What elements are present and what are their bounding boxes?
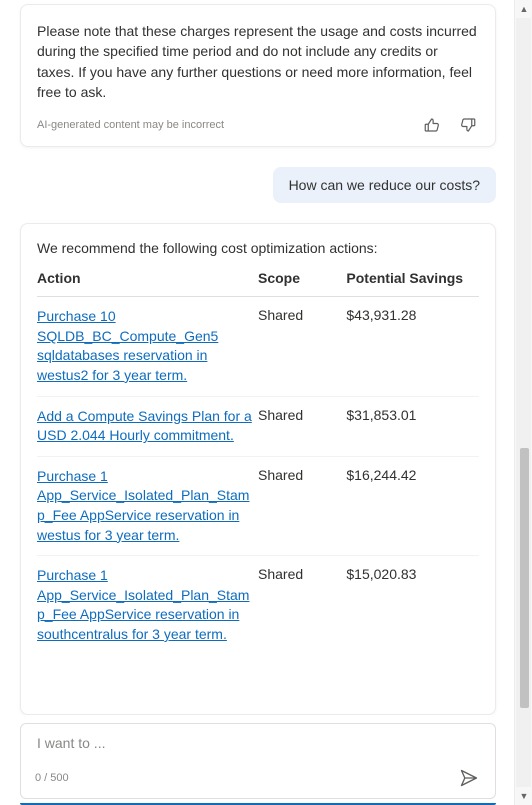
table-row: Add a Compute Savings Plan for a USD 2.0… [37, 396, 479, 456]
assistant-note-text: Please note that these charges represent… [37, 21, 479, 102]
table-row: Purchase 1 App_Service_Isolated_Plan_Sta… [37, 456, 479, 555]
chat-scroll-area[interactable]: Please note that these charges represent… [16, 0, 500, 715]
recommendation-savings: $43,931.28 [346, 297, 479, 396]
thumbs-down-icon [459, 116, 477, 134]
col-header-scope: Scope [258, 270, 346, 297]
col-header-savings: Potential Savings [346, 270, 479, 297]
send-icon [459, 768, 479, 788]
char-count: 0 / 500 [35, 772, 69, 784]
thumbs-up-button[interactable] [421, 114, 443, 136]
table-row: Purchase 1 App_Service_Isolated_Plan_Sta… [37, 556, 479, 655]
recommendation-action-link[interactable]: Add a Compute Savings Plan for a USD 2.0… [37, 408, 252, 444]
scrollbar-track[interactable] [516, 18, 531, 787]
scroll-down-arrow-icon[interactable]: ▼ [515, 787, 532, 805]
recommendation-action-link[interactable]: Purchase 10 SQLDB_BC_Compute_Gen5 sqldat… [37, 308, 218, 383]
recommendation-savings: $15,020.83 [346, 556, 479, 655]
recommendation-action-link[interactable]: Purchase 1 App_Service_Isolated_Plan_Sta… [37, 468, 249, 543]
ai-disclaimer: AI-generated content may be incorrect [37, 119, 224, 131]
scroll-up-arrow-icon[interactable]: ▲ [515, 0, 532, 18]
thumbs-up-icon [423, 116, 441, 134]
recommendations-card: We recommend the following cost optimiza… [20, 223, 496, 715]
scrollbar-thumb[interactable] [520, 448, 529, 708]
assistant-message-card: Please note that these charges represent… [20, 4, 496, 147]
recommendation-scope: Shared [258, 297, 346, 396]
message-input-bar: 0 / 500 [20, 723, 496, 799]
recommendation-scope: Shared [258, 456, 346, 555]
recommendation-savings: $16,244.42 [346, 456, 479, 555]
vertical-scrollbar[interactable]: ▲ ▼ [514, 0, 532, 805]
recommendation-scope: Shared [258, 556, 346, 655]
recommendation-scope: Shared [258, 396, 346, 456]
recommendation-savings: $31,853.01 [346, 396, 479, 456]
table-row: Purchase 10 SQLDB_BC_Compute_Gen5 sqldat… [37, 297, 479, 396]
send-button[interactable] [457, 766, 481, 790]
recommendations-intro: We recommend the following cost optimiza… [37, 240, 479, 256]
thumbs-down-button[interactable] [457, 114, 479, 136]
recommendation-action-link[interactable]: Purchase 1 App_Service_Isolated_Plan_Sta… [37, 567, 249, 642]
recommendations-table: Action Scope Potential Savings Purchase … [37, 270, 479, 654]
user-message-bubble: How can we reduce our costs? [273, 167, 496, 203]
message-input[interactable] [35, 734, 481, 752]
col-header-action: Action [37, 270, 258, 297]
